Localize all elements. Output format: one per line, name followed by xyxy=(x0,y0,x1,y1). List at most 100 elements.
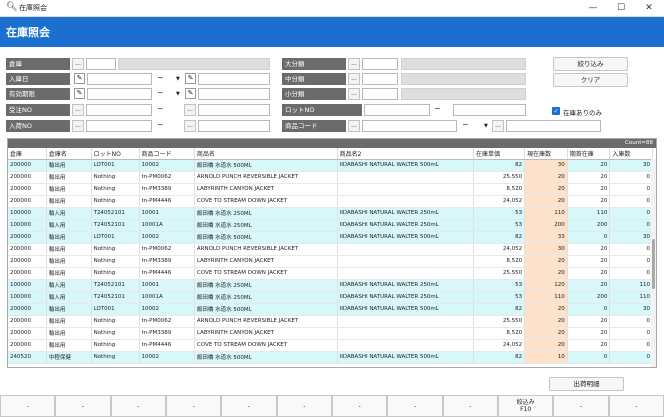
expiry-date-to-input[interactable] xyxy=(198,88,270,100)
column-header[interactable]: 期首在庫 xyxy=(567,148,611,160)
table-row[interactable]: 100000 輸入用 T24052101 10001A 飯田橋 水道水 250ML IID… xyxy=(8,291,653,304)
table-cell: IIDABASHI NATURAL WALTER 500mL xyxy=(337,159,474,172)
clear-button[interactable]: クリア xyxy=(553,73,628,87)
table-row[interactable]: 200000 輸出用 Nothing tn-PM4446 COVE TO STREAM … xyxy=(8,267,653,280)
column-header[interactable]: 商品名2 xyxy=(337,148,474,160)
table-row[interactable]: 240520 中程保健 Nothing 10002 飯田橋 水道水 500ML IIDAB… xyxy=(8,351,653,364)
column-header[interactable]: 在庫単価 xyxy=(473,148,526,160)
category-medium-input[interactable] xyxy=(362,73,398,85)
column-header[interactable]: 商品コード xyxy=(139,148,195,160)
table-cell: 輸入用 xyxy=(46,207,92,220)
function-key-1[interactable]: - xyxy=(0,395,56,417)
table-row[interactable]: 100000 輸入用 T24052101 10001 飯田橋 水道水 250ML IIDA… xyxy=(8,207,653,220)
product-code-search-button[interactable]: ... xyxy=(492,120,504,132)
column-header[interactable]: 商品名 xyxy=(194,148,338,160)
calendar-icon[interactable]: ✎ xyxy=(74,73,85,84)
calendar-icon[interactable]: ✎ xyxy=(185,88,196,99)
expiry-date-from-input[interactable] xyxy=(87,88,152,100)
close-button[interactable]: ✕ xyxy=(636,0,662,17)
order-no-search-button[interactable]: ... xyxy=(72,104,84,116)
shipment-detail-button[interactable]: 出荷明細 xyxy=(549,377,624,391)
category-medium-search-button[interactable]: ... xyxy=(348,73,360,85)
table-row[interactable]: 100000 輸入用 T24052101 10001A 飯田橋 水道水 250ML IID… xyxy=(8,219,653,232)
column-header[interactable]: ロットNO xyxy=(91,148,140,160)
receipt-no-search-button[interactable]: ... xyxy=(184,120,196,132)
table-cell: 53 xyxy=(473,279,526,292)
function-key-2[interactable]: - xyxy=(55,395,111,417)
category-large-search-button[interactable]: ... xyxy=(348,58,360,70)
chevron-down-icon[interactable]: ▼ xyxy=(176,91,180,97)
chevron-down-icon[interactable]: ▼ xyxy=(484,123,488,129)
lot-no-from-input[interactable] xyxy=(364,104,430,116)
column-header[interactable]: 倉庫名 xyxy=(46,148,92,160)
column-header[interactable]: 倉庫 xyxy=(8,148,47,160)
function-key-6[interactable]: - xyxy=(276,395,332,417)
table-row[interactable]: 200000 輸出用 Nothing tn-PM0062 ARNOLD PUNCH RE… xyxy=(8,315,653,328)
function-key-9[interactable]: - xyxy=(442,395,498,417)
function-key-11[interactable]: - xyxy=(553,395,609,417)
table-row[interactable]: 200000 輸出用 Nothing tn-PM4446 COVE TO STREAM … xyxy=(8,339,653,352)
table-cell: 0 xyxy=(609,183,653,196)
order-no-search-button[interactable]: ... xyxy=(184,104,196,116)
table-row[interactable]: 100000 輸入用 T24052101 10001 飯田橋 水道水 250ML IIDA… xyxy=(8,279,653,292)
order-no-to-input[interactable] xyxy=(198,104,270,116)
table-cell: 110 xyxy=(609,291,653,304)
category-small-search-button[interactable]: ... xyxy=(348,88,360,100)
table-row[interactable]: 200000 輸出用 LOT001 10002 飯田橋 水道水 500ML IIDABAS… xyxy=(8,303,653,316)
product-code-to-input[interactable] xyxy=(506,120,601,132)
vertical-scrollbar[interactable] xyxy=(651,159,656,367)
function-key-3[interactable]: - xyxy=(110,395,166,417)
product-code-search-button[interactable]: ... xyxy=(348,120,360,132)
table-cell: 30 xyxy=(524,243,568,256)
column-header[interactable]: 現在庫数 xyxy=(524,148,568,160)
function-key-10[interactable]: 絞込み F10 xyxy=(497,395,554,417)
table-cell xyxy=(337,171,474,184)
function-key-4[interactable]: - xyxy=(165,395,222,417)
table-cell: 20 xyxy=(567,195,611,208)
category-large-input[interactable] xyxy=(362,58,398,70)
table-row[interactable]: 200000 輸出用 Nothing tn-PM3389 LABYRINTH CANYO… xyxy=(8,183,653,196)
order-no-from-input[interactable] xyxy=(86,104,152,116)
function-key-7[interactable]: - xyxy=(331,395,388,417)
lot-no-to-input[interactable] xyxy=(453,104,526,116)
table-cell: 飯田橋 水道水 500ML xyxy=(194,231,338,244)
stock-only-checkbox[interactable]: ✓ xyxy=(552,107,560,115)
calendar-icon[interactable]: ✎ xyxy=(185,73,196,84)
category-small-input[interactable] xyxy=(362,88,398,100)
table-row[interactable]: 200000 輸出用 LOT001 10002 飯田橋 水道水 500ML IIDABAS… xyxy=(8,231,653,244)
receipt-no-from-input[interactable] xyxy=(86,120,152,132)
function-key-12[interactable]: - xyxy=(608,395,664,417)
receipt-no-search-button[interactable]: ... xyxy=(72,120,84,132)
table-row[interactable]: 200000 輸出用 Nothing tn-PM0062 ARNOLD PUNCH RE… xyxy=(8,171,653,184)
function-key-8[interactable]: - xyxy=(387,395,443,417)
table-row[interactable]: 200000 輸出用 Nothing tn-PM4446 COVE TO STREAM … xyxy=(8,195,653,208)
maximize-button[interactable]: ☐ xyxy=(608,0,634,17)
scrollbar-thumb[interactable] xyxy=(652,239,655,289)
table-row[interactable]: 200000 輸出用 Nothing tn-PM3389 LABYRINTH CANYO… xyxy=(8,327,653,340)
filter-button[interactable]: 絞り込み xyxy=(553,57,628,71)
table-row[interactable]: 200000 輸出用 Nothing tn-PM0062 ARNOLD PUNCH RE… xyxy=(8,243,653,256)
receipt-no-to-input[interactable] xyxy=(198,120,270,132)
warehouse-search-button[interactable]: ... xyxy=(72,58,84,70)
range-tilde: ~ xyxy=(157,120,164,129)
column-header[interactable]: 入庫数 xyxy=(609,148,653,160)
table-row[interactable]: 200000 輸出用 LOT001 10002 飯田橋 水道水 500ML IIDABAS… xyxy=(8,159,653,172)
calendar-icon[interactable]: ✎ xyxy=(74,88,85,99)
table-row[interactable]: 200000 輸出用 Nothing tn-PM3389 LABYRINTH CANYO… xyxy=(8,255,653,268)
table-cell: LABYRINTH CANYON JACKET xyxy=(194,183,338,196)
table-cell: Nothing xyxy=(91,255,140,268)
table-cell: 20 xyxy=(524,303,568,316)
received-date-from-input[interactable] xyxy=(87,73,152,85)
warehouse-code-input[interactable] xyxy=(86,58,116,70)
stock-grid[interactable]: Count=88 倉庫 倉庫名 ロットNO 商品コード 商品名 商品名2 在庫単価 現在庫数期… xyxy=(7,138,657,368)
table-cell: tn-PM0062 xyxy=(139,171,195,184)
table-cell: 110 xyxy=(567,207,611,220)
received-date-to-input[interactable] xyxy=(198,73,270,85)
product-code-from-input[interactable] xyxy=(362,120,457,132)
table-cell: 110 xyxy=(524,291,568,304)
chevron-down-icon[interactable]: ▼ xyxy=(176,76,180,82)
table-cell: 30 xyxy=(609,231,653,244)
minimize-button[interactable]: — xyxy=(580,0,606,17)
table-cell: 10001A xyxy=(139,291,195,304)
function-key-5[interactable]: - xyxy=(221,395,277,417)
